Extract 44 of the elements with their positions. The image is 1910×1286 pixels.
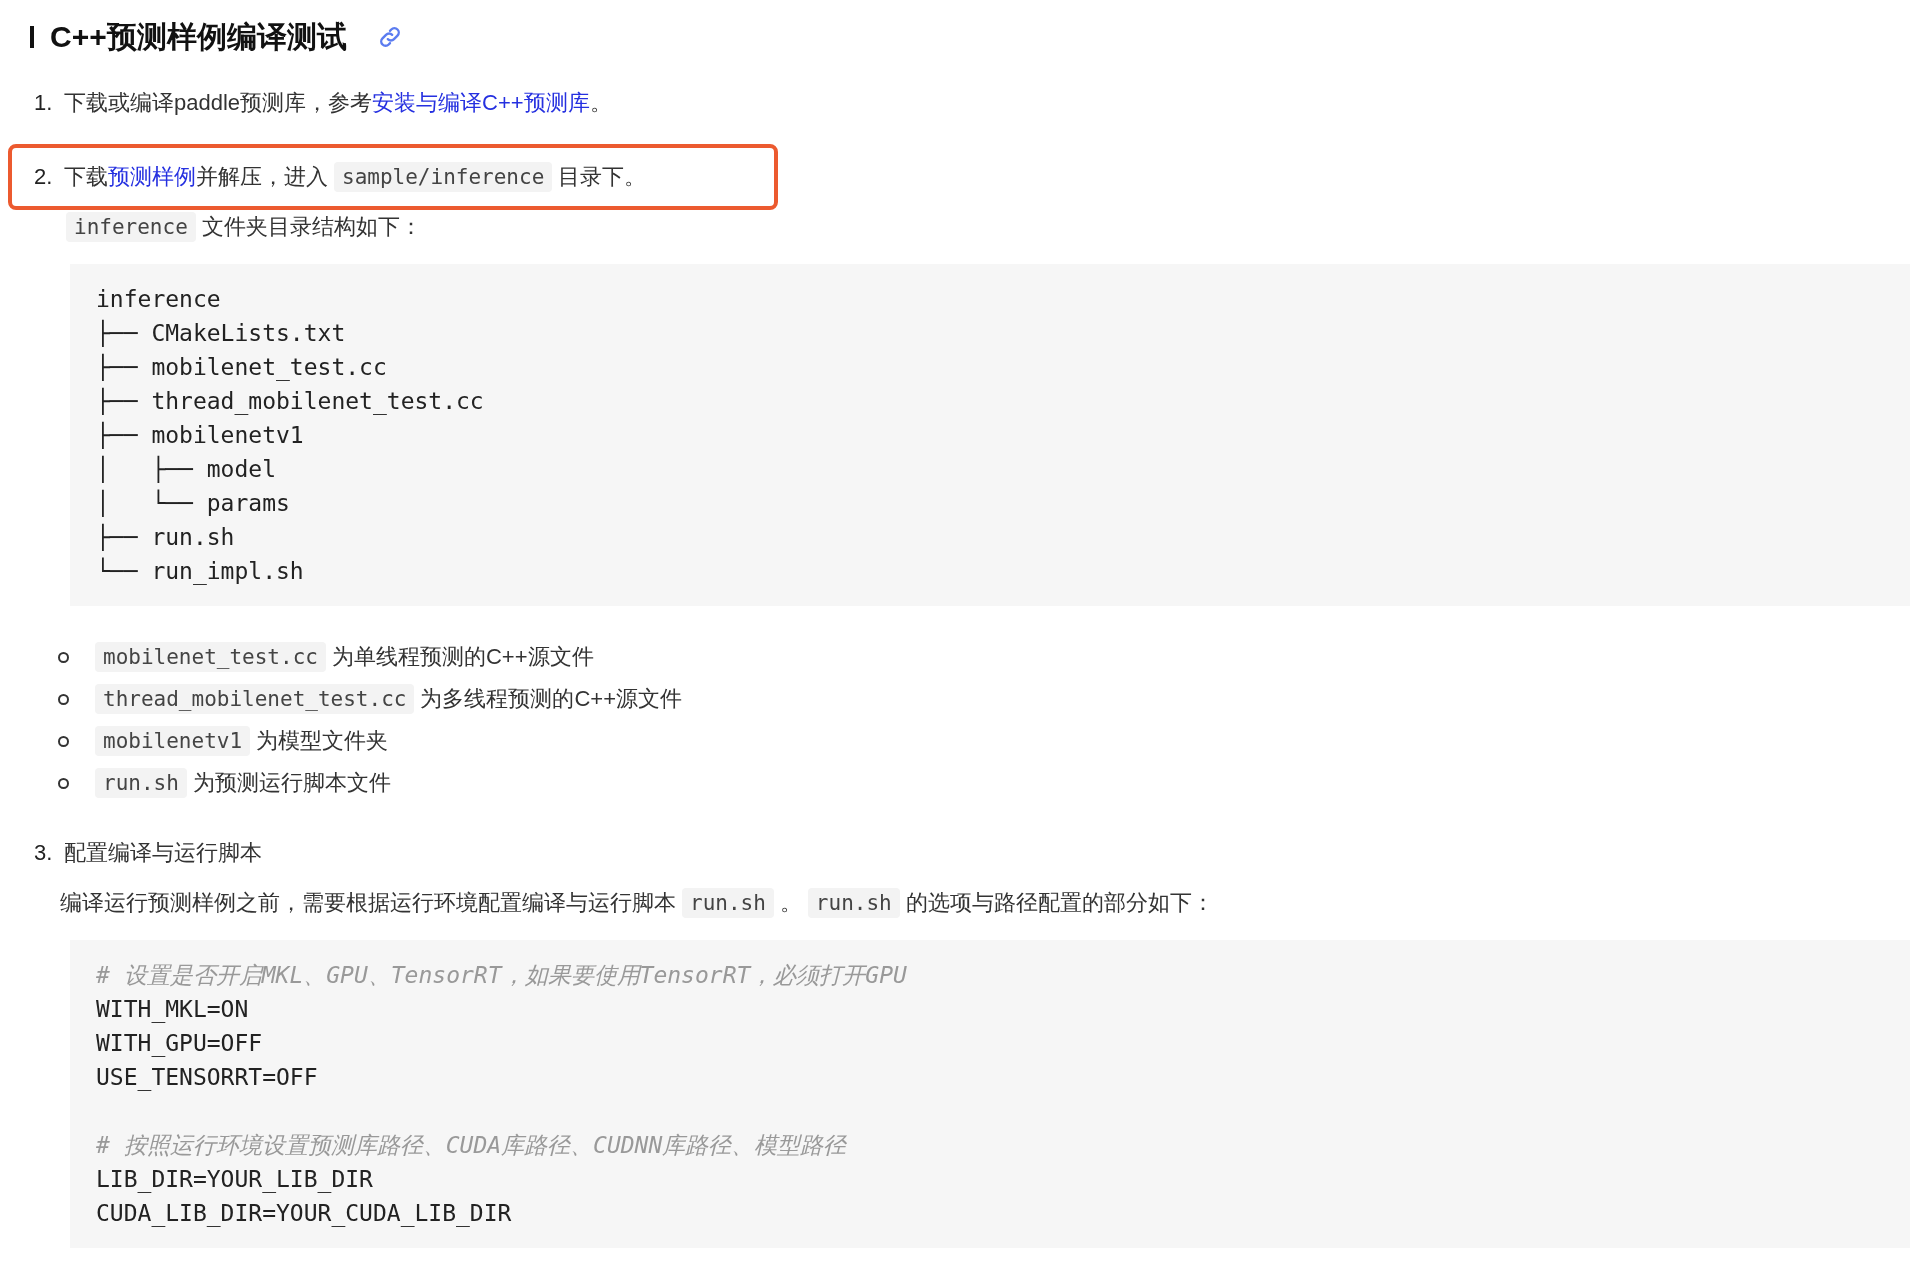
inline-code: sample/inference: [334, 162, 553, 192]
bullet-icon: [58, 735, 69, 747]
heading-bar: [30, 26, 34, 48]
list-item-text: mobilenetv1 为模型文件夹: [89, 724, 389, 758]
code-line: │ └── params: [96, 488, 290, 519]
inline-code: run.sh: [95, 768, 187, 798]
code-line: ├── mobilenetv1: [96, 420, 304, 451]
list-item-text: mobilenet_test.cc 为单线程预测的C++源文件: [89, 640, 594, 674]
inline-code: run.sh: [807, 888, 900, 918]
code-line: inference: [96, 285, 221, 314]
code-line: ├── thread_mobilenet_test.cc: [96, 386, 484, 417]
code-line: ├── mobilenet_test.cc: [96, 352, 387, 383]
step-text: 下载预测样例并解压，进入 sample/inference 目录下。: [64, 160, 647, 194]
step-number: 2.: [34, 164, 54, 190]
inline-code: inference: [66, 212, 196, 242]
doc-link[interactable]: 安装与编译C++预测库: [372, 90, 590, 115]
code-line: ├── CMakeLists.txt: [96, 318, 346, 349]
step-text: 配置编译与运行脚本: [64, 839, 262, 867]
step-text: 下载或编译paddle预测库，参考安装与编译C++预测库。: [64, 89, 612, 117]
code-line: │ ├── model: [96, 454, 276, 485]
code-line: CUDA_LIB_DIR=YOUR_CUDA_LIB_DIR: [96, 1199, 512, 1229]
code-comment: # 按照运行环境设置预测库路径、CUDA库路径、CUDNN库路径、模型路径: [96, 1131, 847, 1160]
inline-code: thread_mobilenet_test.cc: [95, 684, 415, 714]
inline-code: mobilenet_test.cc: [95, 642, 326, 672]
doc-link[interactable]: 预测样例: [108, 164, 196, 189]
code-line: ├── run.sh: [96, 522, 235, 553]
bullet-icon: [58, 651, 69, 663]
code-line: └── run_impl.sh: [96, 556, 304, 587]
step-number: 1.: [34, 90, 54, 116]
code-line: WITH_GPU=OFF: [96, 1029, 263, 1059]
list-item-text: run.sh 为预测运行脚本文件: [89, 766, 391, 800]
bullet-icon: [58, 777, 69, 789]
step-number: 3.: [34, 840, 54, 866]
code-line: USE_TENSORRT=OFF: [96, 1063, 318, 1093]
inline-code: mobilenetv1: [95, 726, 251, 756]
paragraph: inference 文件夹目录结构如下：: [0, 210, 1910, 244]
inline-code: run.sh: [682, 888, 774, 918]
bullet-icon: [58, 693, 69, 705]
code-line: WITH_MKL=ON: [96, 995, 249, 1025]
section-title: C++预测样例编译测试: [50, 18, 347, 55]
list-item-text: thread_mobilenet_test.cc 为多线程预测的C++源文件: [89, 682, 683, 716]
code-comment: # 设置是否开启MKL、GPU、TensorRT，如果要使用TensorRT，必须打开GPU: [96, 961, 907, 990]
code-line: LIB_DIR=YOUR_LIB_DIR: [96, 1165, 373, 1195]
paragraph: 编译运行预测样例之前，需要根据运行环境配置编译与运行脚本 run.sh 。 run.sh 的选项与路径配置的部分如下：: [0, 886, 1910, 920]
